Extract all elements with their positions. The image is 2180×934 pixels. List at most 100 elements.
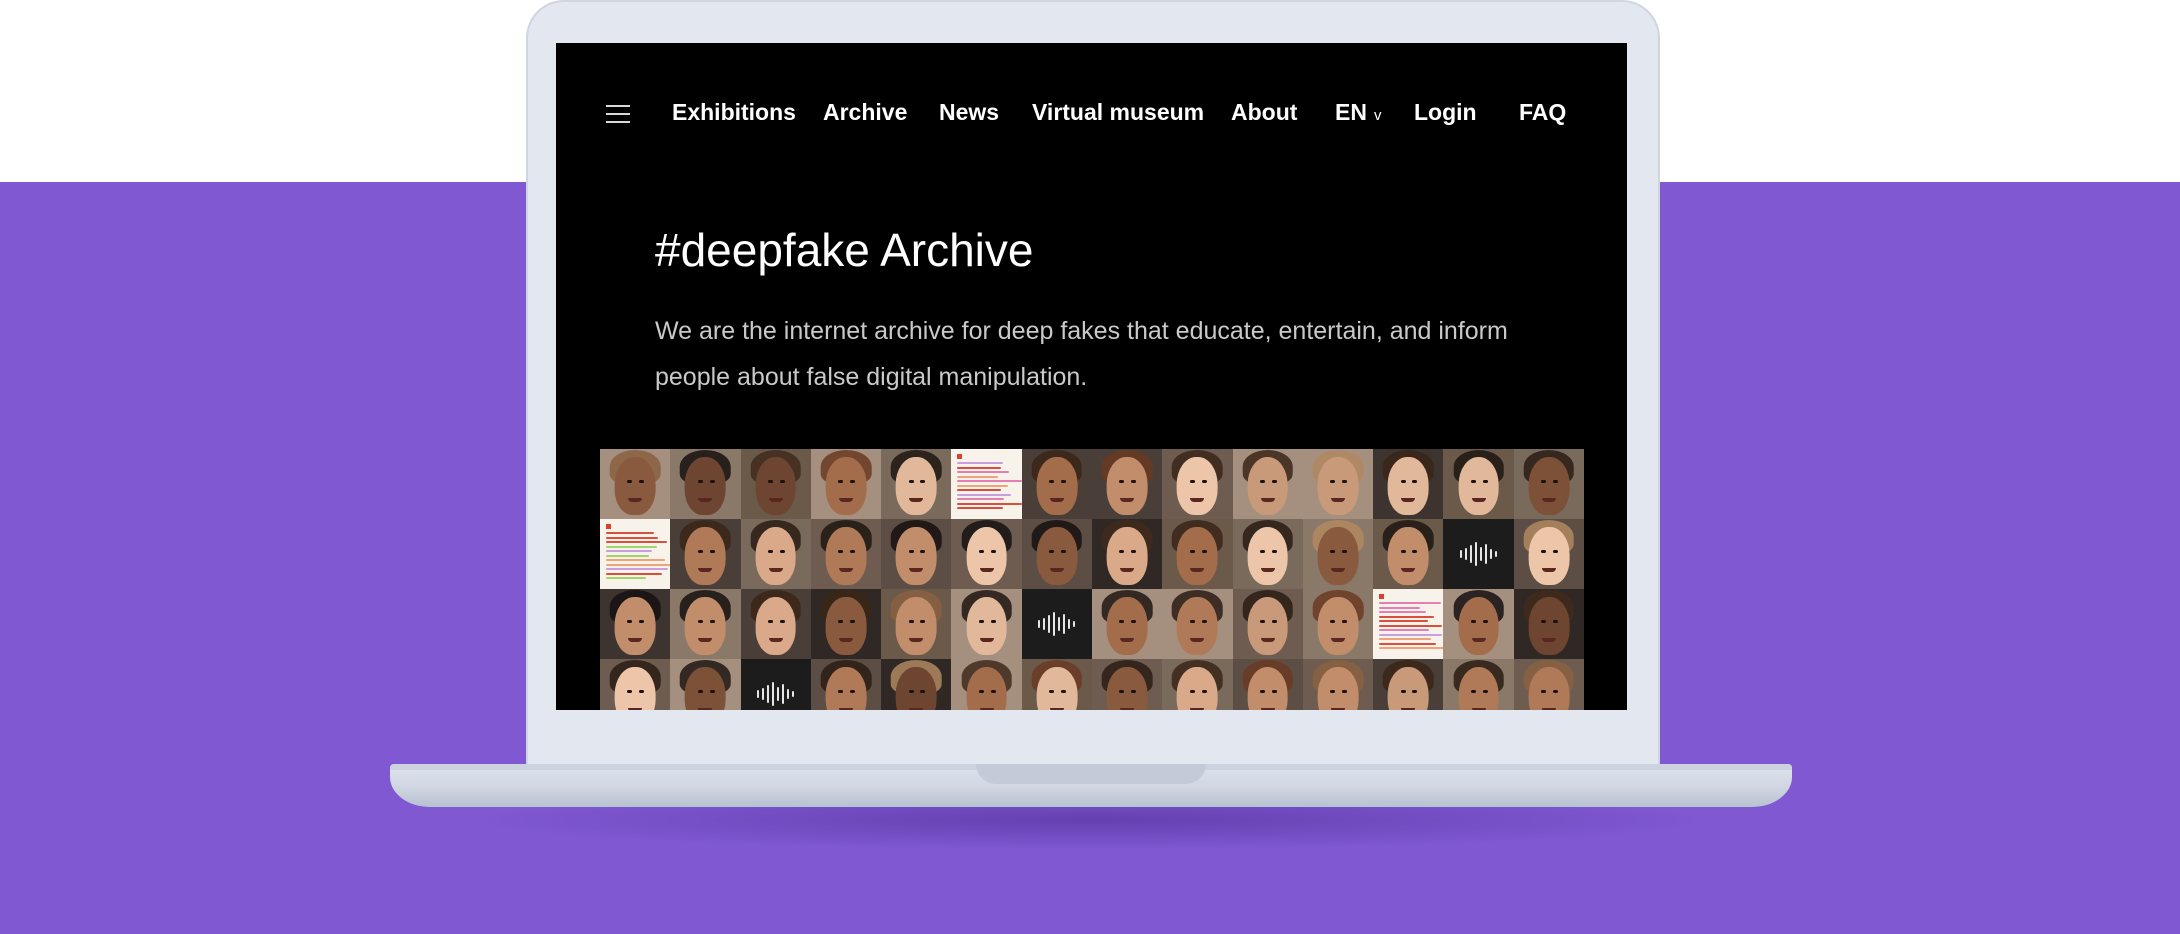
face-video-thumbnail[interactable]: [1162, 449, 1233, 519]
face-video-thumbnail[interactable]: [1091, 659, 1163, 710]
face-video-thumbnail[interactable]: [810, 659, 882, 710]
mouth-shape: [1330, 708, 1345, 710]
language-selector[interactable]: EN: [1335, 99, 1367, 126]
face-video-thumbnail[interactable]: [740, 589, 811, 659]
face-video-thumbnail[interactable]: [881, 589, 952, 659]
face-video-thumbnail[interactable]: [1302, 659, 1374, 710]
eye-shape: [978, 689, 984, 693]
face-video-thumbnail[interactable]: [1162, 659, 1233, 710]
eye-shape: [1131, 619, 1137, 623]
mouth-shape: [979, 708, 994, 710]
face-video-thumbnail[interactable]: [951, 589, 1022, 659]
eye-shape: [1201, 549, 1207, 553]
face-video-thumbnail[interactable]: [810, 589, 882, 659]
audio-deepfake-tile[interactable]: [740, 659, 811, 710]
face-video-thumbnail[interactable]: [600, 589, 671, 659]
chevron-down-icon[interactable]: v: [1374, 107, 1382, 124]
eye-shape: [838, 479, 844, 483]
face-video-thumbnail[interactable]: [1443, 659, 1514, 710]
eye-shape: [838, 689, 844, 693]
face-shape: [1247, 597, 1289, 655]
faq-link[interactable]: FAQ: [1519, 99, 1566, 126]
face-video-thumbnail[interactable]: [1021, 519, 1092, 589]
face-video-thumbnail[interactable]: [740, 519, 811, 589]
eye-shape: [767, 479, 773, 483]
face-video-thumbnail[interactable]: [1162, 589, 1233, 659]
face-video-thumbnail[interactable]: [1021, 449, 1092, 519]
audio-deepfake-tile[interactable]: [1021, 589, 1092, 659]
face-video-thumbnail[interactable]: [1443, 589, 1514, 659]
eye-shape: [1553, 619, 1559, 623]
eye-shape: [850, 549, 856, 553]
nav-item-news[interactable]: News: [939, 99, 999, 126]
face-shape: [825, 457, 867, 515]
nav-item-about[interactable]: About: [1231, 99, 1297, 126]
face-video-thumbnail[interactable]: [600, 659, 671, 710]
face-video-thumbnail[interactable]: [1513, 659, 1584, 710]
face-video-thumbnail[interactable]: [1443, 449, 1514, 519]
audio-deepfake-tile[interactable]: [1443, 519, 1514, 589]
face-video-thumbnail[interactable]: [670, 449, 741, 519]
mouth-shape: [1190, 638, 1205, 642]
mouth-shape: [1330, 638, 1345, 642]
face-video-thumbnail[interactable]: [1302, 449, 1374, 519]
face-video-thumbnail[interactable]: [1373, 449, 1444, 519]
text-deepfake-tile[interactable]: [600, 519, 671, 589]
nav-item-virtual-museum[interactable]: Virtual museum: [1032, 99, 1204, 126]
face-video-thumbnail[interactable]: [1162, 519, 1233, 589]
face-video-thumbnail[interactable]: [951, 659, 1022, 710]
face-video-thumbnail[interactable]: [1091, 519, 1163, 589]
face-video-thumbnail[interactable]: [810, 449, 882, 519]
eye-shape: [1259, 619, 1265, 623]
nav-item-exhibitions[interactable]: Exhibitions: [672, 99, 796, 126]
face-video-thumbnail[interactable]: [1091, 449, 1163, 519]
face-video-thumbnail[interactable]: [670, 519, 741, 589]
text-line: [1379, 620, 1429, 622]
nav-item-archive[interactable]: Archive: [823, 99, 907, 126]
mouth-shape: [628, 498, 643, 502]
face-video-thumbnail[interactable]: [670, 659, 741, 710]
text-line: [606, 550, 652, 552]
text-line: [957, 475, 999, 478]
face-video-thumbnail[interactable]: [1232, 519, 1303, 589]
eye-shape: [1201, 619, 1207, 623]
face-video-thumbnail[interactable]: [1091, 589, 1163, 659]
text-deepfake-tile[interactable]: [951, 449, 1022, 519]
face-shape: [825, 597, 867, 655]
face-video-thumbnail[interactable]: [1232, 589, 1303, 659]
eye-shape: [1400, 479, 1406, 483]
face-shape: [1317, 597, 1359, 655]
face-video-thumbnail[interactable]: [881, 519, 952, 589]
text-line: [1379, 633, 1443, 636]
face-video-thumbnail[interactable]: [1021, 659, 1092, 710]
login-link[interactable]: Login: [1414, 99, 1477, 126]
eye-shape: [1271, 689, 1277, 693]
face-video-thumbnail[interactable]: [670, 589, 741, 659]
text-line: [1379, 629, 1430, 631]
face-video-thumbnail[interactable]: [600, 449, 671, 519]
hamburger-menu-icon[interactable]: [606, 105, 630, 123]
eye-shape: [779, 479, 785, 483]
face-video-thumbnail[interactable]: [1513, 519, 1584, 589]
face-shape: [895, 527, 937, 585]
text-line: [606, 568, 668, 570]
face-video-thumbnail[interactable]: [1373, 519, 1444, 589]
face-video-thumbnail[interactable]: [1302, 519, 1374, 589]
face-video-thumbnail[interactable]: [881, 659, 952, 710]
face-video-thumbnail[interactable]: [740, 449, 811, 519]
text-line: [957, 489, 1002, 491]
face-video-thumbnail[interactable]: [881, 449, 952, 519]
face-video-thumbnail[interactable]: [810, 519, 882, 589]
face-shape: [1177, 667, 1218, 710]
page-title: #deepfake Archive: [655, 224, 1034, 276]
face-video-thumbnail[interactable]: [1302, 589, 1374, 659]
face-video-thumbnail[interactable]: [1373, 659, 1444, 710]
face-video-thumbnail[interactable]: [951, 519, 1022, 589]
face-video-thumbnail[interactable]: [1513, 589, 1584, 659]
text-deepfake-tile[interactable]: [1373, 589, 1444, 659]
text-line: [606, 541, 667, 543]
mouth-shape: [1401, 708, 1416, 710]
face-video-thumbnail[interactable]: [1232, 659, 1303, 710]
face-video-thumbnail[interactable]: [1513, 449, 1584, 519]
face-video-thumbnail[interactable]: [1232, 449, 1303, 519]
